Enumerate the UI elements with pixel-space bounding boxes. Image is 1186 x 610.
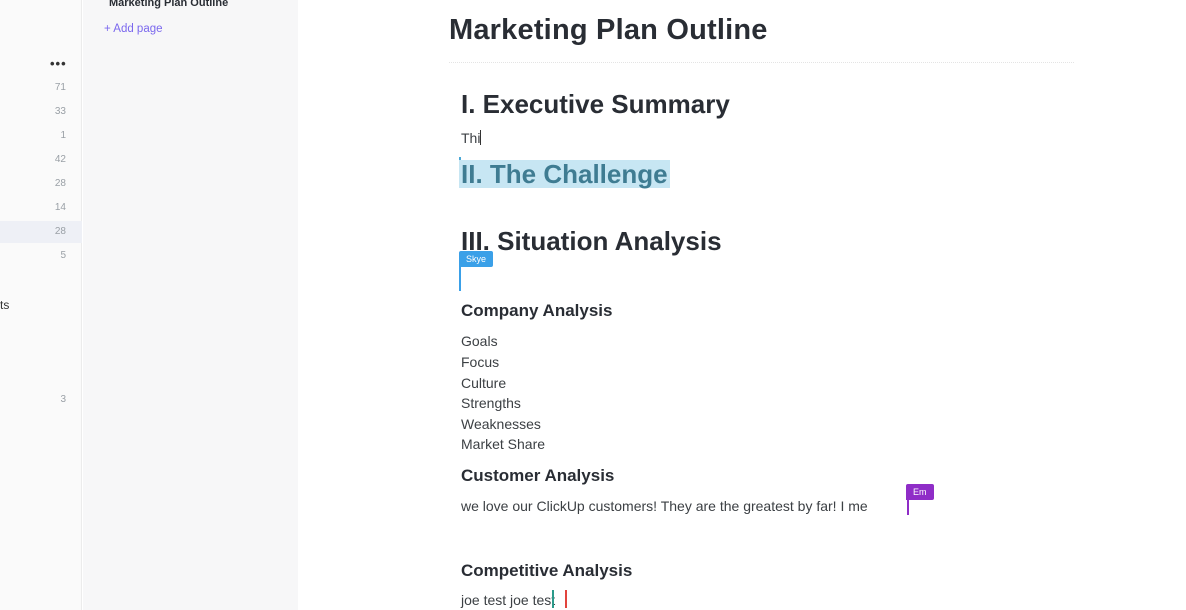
heading-challenge-selected[interactable]: II. The Challenge — [459, 160, 670, 188]
add-page-button[interactable]: + Add page — [104, 23, 163, 35]
sidebar-count: 42 — [54, 154, 66, 165]
pages-panel: Marketing Plan Outline + Add page — [83, 0, 298, 610]
sidebar-count: 3 — [60, 394, 66, 405]
customer-analysis-text[interactable]: we love our ClickUp customers! They are … — [461, 498, 868, 514]
list-item[interactable]: Strengths — [461, 395, 521, 411]
list-item[interactable]: Weaknesses — [461, 416, 541, 432]
collaborator-cursor-teal — [552, 590, 554, 608]
heading-challenge-text: II. The Challenge — [461, 159, 668, 189]
list-item[interactable]: Focus — [461, 354, 499, 370]
sidebar-count: 71 — [54, 82, 66, 93]
sidebar-partial-label: ts — [0, 298, 10, 312]
heading-customer-analysis[interactable]: Customer Analysis — [461, 466, 614, 486]
executive-summary-text[interactable]: Thi — [461, 130, 482, 146]
collaborator-tag-em: Em — [906, 484, 934, 500]
doc-title[interactable]: Marketing Plan Outline — [449, 14, 768, 47]
list-item[interactable]: Culture — [461, 375, 506, 391]
list-item[interactable]: Goals — [461, 333, 498, 349]
page-item-marketing-plan[interactable]: Marketing Plan Outline — [109, 0, 228, 9]
more-options-icon[interactable]: ••• — [50, 56, 67, 71]
sidebar-count: 5 — [60, 250, 66, 261]
collaborator-tag-skye: Skye — [459, 251, 494, 267]
executive-summary-text-content: Thi — [461, 130, 481, 146]
text-caret — [480, 130, 482, 145]
heading-situation-analysis[interactable]: III. Situation Analysis — [461, 226, 722, 257]
collaborator-cursor-red — [565, 590, 567, 608]
sidebar-count: 1 — [60, 130, 66, 141]
heading-competitive-analysis[interactable]: Competitive Analysis — [461, 561, 632, 581]
competitive-analysis-text[interactable]: joe test joe test — [461, 592, 555, 608]
list-item[interactable]: Market Share — [461, 436, 545, 452]
title-divider — [449, 62, 1074, 63]
heading-company-analysis[interactable]: Company Analysis — [461, 301, 612, 321]
left-sidebar: ••• 71 33 1 42 28 14 28 5 ts 3 — [0, 0, 82, 610]
collaborator-cursor-em — [907, 498, 909, 515]
sidebar-count: 14 — [54, 202, 66, 213]
sidebar-count: 33 — [54, 106, 66, 117]
sidebar-count: 28 — [54, 178, 66, 189]
sidebar-count: 28 — [54, 226, 66, 237]
heading-executive-summary[interactable]: I. Executive Summary — [461, 89, 730, 120]
